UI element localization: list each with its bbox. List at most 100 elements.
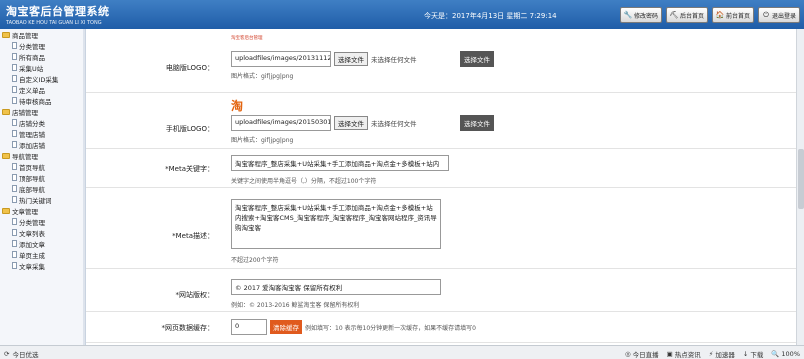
sidebar-item[interactable]: 底部导航: [0, 183, 85, 194]
copyright-hint: 例如：© 2013-2016 鲸鲨淘宝客 保留所有权利: [231, 302, 360, 309]
group-label: 店铺管理: [12, 108, 38, 117]
document-icon: [12, 53, 17, 60]
pc-logo-row: 电脑版LOGO： 淘宝客后台管理 uploadfiles/images/2013…: [86, 29, 804, 93]
meta-description-field: 淘宝客程序_整店采集+U站采集+手工添加商品+淘点金+多模板+站内搜索+淘宝客C…: [231, 199, 441, 264]
sidebar-item-label: 添加店铺: [19, 141, 45, 150]
document-icon: [12, 119, 17, 126]
cache-minutes-input[interactable]: 0: [231, 319, 267, 335]
document-icon: [12, 196, 17, 203]
mobile-logo-field: 淘 uploadfiles/images/20150301/fe 选择文件 未选…: [231, 99, 494, 144]
sidebar-item[interactable]: 所有商品: [0, 51, 85, 62]
main-scrollbar[interactable]: [796, 29, 804, 345]
live-item[interactable]: ◎ 今日直播: [625, 349, 659, 359]
settings-form: 电脑版LOGO： 淘宝客后台管理 uploadfiles/images/2013…: [86, 29, 804, 345]
sidebar-group-shops[interactable]: 店铺管理: [0, 106, 85, 117]
sidebar-item[interactable]: 添加店铺: [0, 139, 85, 150]
change-password-button[interactable]: 🔧 修改密码: [619, 7, 662, 23]
mobile-logo-no-file-text: 未选择任何文件: [371, 120, 417, 128]
document-icon: [12, 185, 17, 192]
pc-logo-path-input[interactable]: uploadfiles/images/20131112/c: [231, 51, 331, 67]
sidebar-item[interactable]: 顶部导航: [0, 172, 85, 183]
status-left[interactable]: ⟳ 今日优选: [4, 349, 38, 359]
sidebar-item[interactable]: 自定义ID采集: [0, 73, 85, 84]
logout-button[interactable]: ⏻ 退出登录: [757, 7, 800, 23]
sidebar-item-label: 添加文章: [19, 240, 45, 249]
sidebar-item-label: 热门关键词: [19, 196, 52, 205]
front-home-button[interactable]: 🏠 前台首页: [711, 7, 754, 23]
document-icon: [12, 262, 17, 269]
meta-keywords-input[interactable]: 淘宝客程序_整店采集+U站采集+手工添加商品+淘点金+多模板+站内: [231, 155, 449, 171]
refresh-icon: ⟳: [4, 350, 10, 358]
sidebar-item[interactable]: 定义单品: [0, 84, 85, 95]
copyright-input[interactable]: © 2017 爱淘客淘宝客 保留所有权利: [231, 279, 441, 295]
mobile-logo-row: 手机版LOGO： 淘 uploadfiles/images/20150301/f…: [86, 94, 804, 149]
document-icon: [12, 229, 17, 236]
document-icon: [12, 141, 17, 148]
folder-icon: [2, 152, 10, 159]
sidebar-group-nav[interactable]: 导航管理: [0, 150, 85, 161]
sidebar-item-label: 文章采集: [19, 262, 45, 271]
sidebar-item[interactable]: 采集U站: [0, 62, 85, 73]
rocket-icon: ⚡: [708, 350, 714, 358]
zoom-level: 100%: [781, 350, 800, 358]
app-title: 淘宝客后台管理系统: [6, 5, 110, 18]
sidebar-group-goods[interactable]: 商品管理: [0, 29, 85, 40]
meta-description-hint: 不超过200个字符: [231, 257, 279, 264]
mobile-logo-upload-button[interactable]: 选择文件: [460, 115, 494, 131]
meta-description-label: *Meta描述：: [172, 232, 214, 240]
zoom-item[interactable]: 🔍 100%: [771, 350, 800, 358]
sidebar-group-articles[interactable]: 文章管理: [0, 205, 85, 216]
meta-keywords-row: *Meta关键字： 淘宝客程序_整店采集+U站采集+手工添加商品+淘点金+多模板…: [86, 150, 804, 188]
sidebar-item[interactable]: 待审核商品: [0, 95, 85, 106]
scrollbar-thumb[interactable]: [798, 149, 804, 209]
power-icon: ⏻: [763, 10, 769, 19]
pc-logo-label: 电脑版LOGO：: [165, 64, 214, 72]
document-icon: [12, 240, 17, 247]
cache-field: 0 清除缓存 例如填写：10 表示每10分钟更新一次缓存，如果不缓存请填写0: [231, 319, 476, 335]
top-header: 淘宝客后台管理系统 TAOBAO KE HOU TAI GUAN LI XI T…: [0, 0, 804, 29]
document-icon: [12, 174, 17, 181]
group-label: 文章管理: [12, 207, 38, 216]
cache-label: *网页数据缓存：: [161, 324, 215, 332]
meta-description-row: *Meta描述： 淘宝客程序_整店采集+U站采集+手工添加商品+淘点金+多模板+…: [86, 189, 804, 269]
sidebar-item[interactable]: 单页主成: [0, 249, 85, 260]
meta-description-textarea[interactable]: 淘宝客程序_整店采集+U站采集+手工添加商品+淘点金+多模板+站内搜索+淘宝客C…: [231, 199, 441, 249]
pc-logo-choose-file-button[interactable]: 选择文件: [334, 52, 368, 66]
pc-logo-upload-button[interactable]: 选择文件: [460, 51, 494, 67]
download-icon: ↓: [742, 350, 749, 358]
sidebar-item[interactable]: 文章列表: [0, 227, 85, 238]
sidebar-item-label: 定义单品: [19, 86, 45, 95]
tools-icon: ⛏: [669, 11, 679, 19]
download-item[interactable]: ↓ 下载: [743, 349, 763, 359]
cache-row: *网页数据缓存： 0 清除缓存 例如填写：10 表示每10分钟更新一次缓存，如果…: [86, 313, 804, 343]
copyright-field: © 2017 爱淘客淘宝客 保留所有权利 例如：© 2013-2016 鲸鲨淘宝…: [231, 279, 441, 309]
document-icon: [12, 163, 17, 170]
mobile-logo-preview: 淘: [231, 99, 244, 113]
play-icon: ◎: [624, 350, 631, 358]
accelerator-item[interactable]: ⚡ 加速器: [709, 349, 735, 359]
mobile-logo-choose-file-button[interactable]: 选择文件: [334, 116, 368, 130]
sidebar-item-label: 分类管理: [19, 42, 45, 51]
sidebar-item[interactable]: 添加文章: [0, 238, 85, 249]
sidebar-item[interactable]: 分类管理: [0, 216, 85, 227]
sidebar-item-label: 文章列表: [19, 229, 45, 238]
sidebar-item[interactable]: 文章采集: [0, 260, 85, 271]
sidebar-item-label: 所有商品: [19, 53, 45, 62]
news-item[interactable]: ▣ 热点资讯: [667, 349, 701, 359]
zoom-icon: 🔍: [771, 350, 780, 358]
sidebar-item[interactable]: 分类管理: [0, 40, 85, 51]
mobile-logo-path-input[interactable]: uploadfiles/images/20150301/fe: [231, 115, 331, 131]
admin-home-button[interactable]: ⛏ 后台首页: [665, 7, 708, 23]
pc-logo-upload-line: uploadfiles/images/20131112/c 选择文件 未选择任何…: [231, 51, 494, 67]
sidebar-item[interactable]: 首页导航: [0, 161, 85, 172]
admin-home-label: 后台首页: [679, 12, 704, 20]
sidebar-item[interactable]: 店铺分类: [0, 117, 85, 128]
sidebar-item-label: 单页主成: [19, 251, 45, 260]
clear-cache-button[interactable]: 清除缓存: [270, 320, 302, 334]
sidebar-item[interactable]: 管理店铺: [0, 128, 85, 139]
document-icon: [12, 64, 17, 71]
sidebar-item[interactable]: 热门关键词: [0, 194, 85, 205]
document-icon: [12, 130, 17, 137]
folder-icon: [2, 31, 10, 38]
copyright-row: *网站版权： © 2017 爱淘客淘宝客 保留所有权利 例如：© 2013-20…: [86, 270, 804, 312]
